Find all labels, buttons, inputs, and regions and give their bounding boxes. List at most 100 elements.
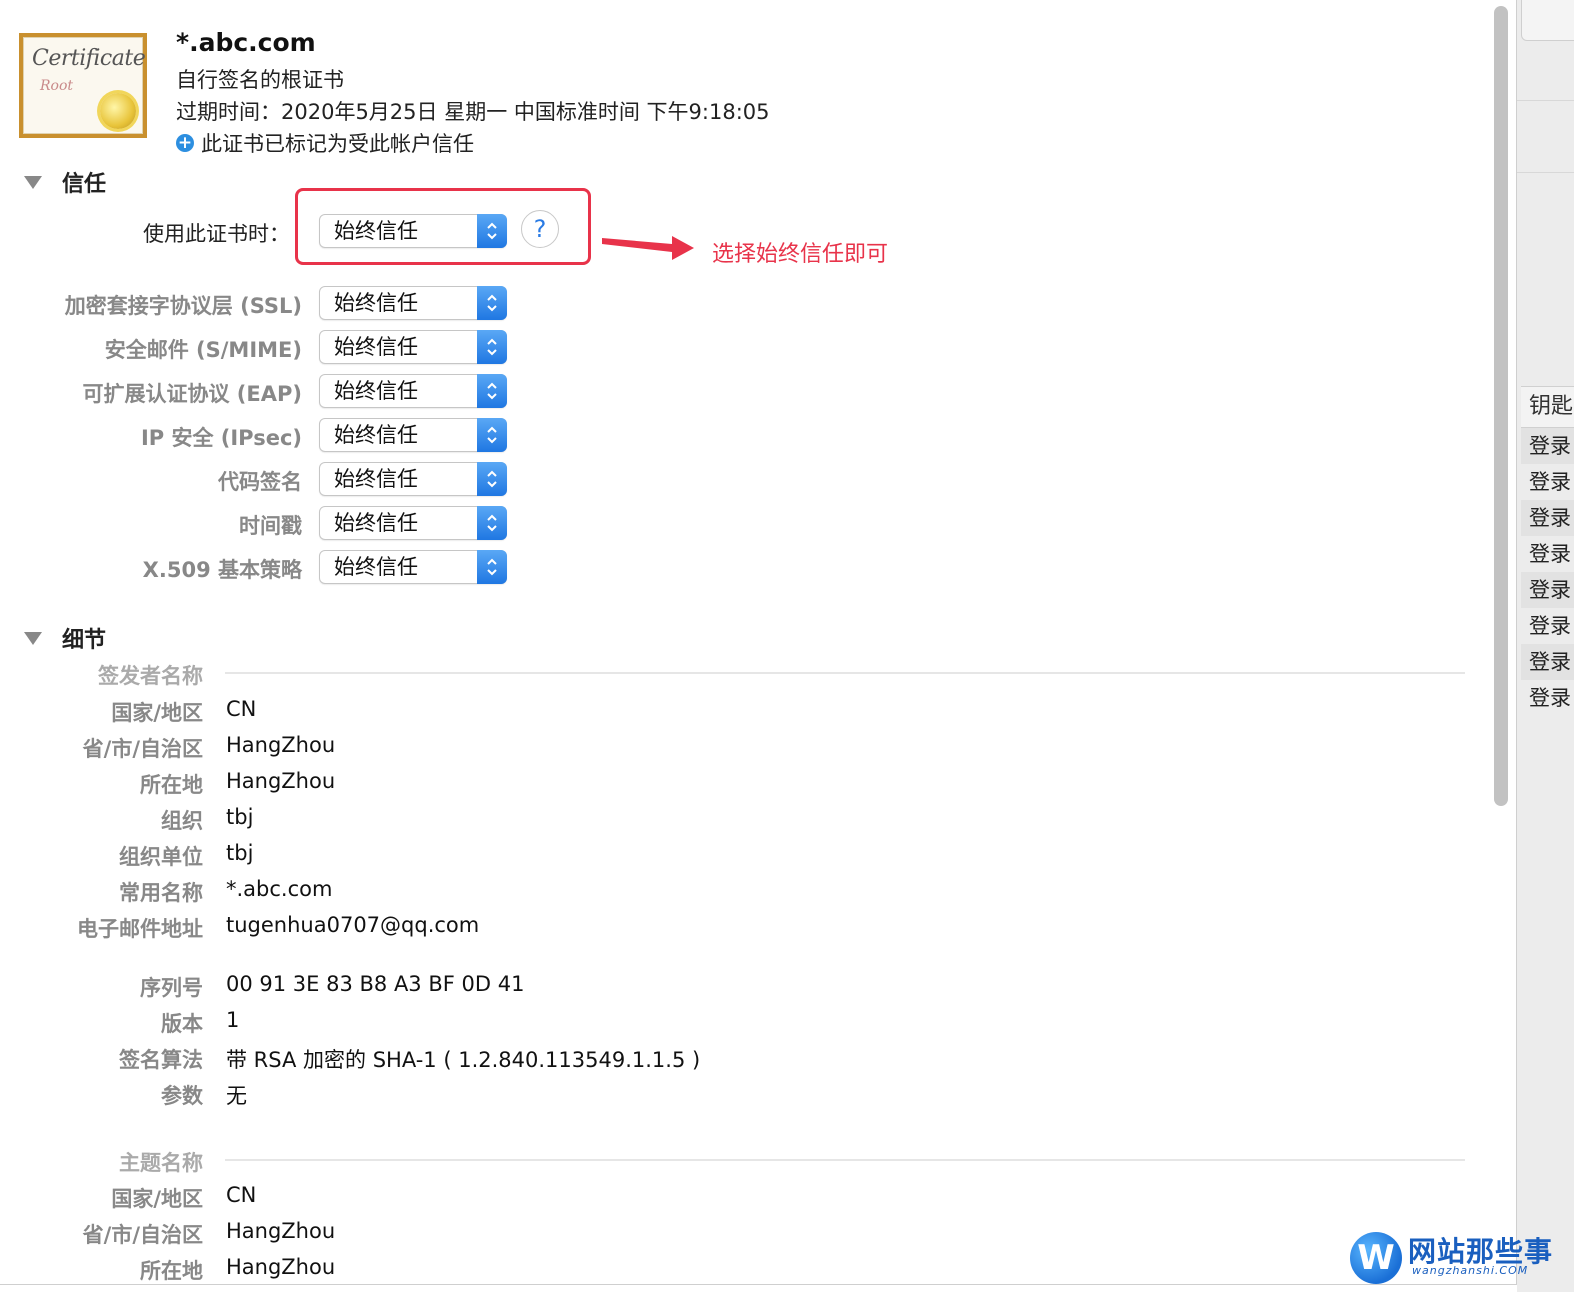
subject-province-label: 省/市/自治区 — [82, 1223, 203, 1247]
trust-code-signing-select[interactable]: 始终信任 — [319, 462, 507, 496]
subject-locality-label: 所在地 — [140, 1259, 203, 1283]
trust-eap-label: 可扩展认证协议 (EAP) — [82, 382, 303, 406]
keychain-row[interactable]: 登录 — [1521, 428, 1574, 464]
issuer-province-value: HangZhou — [226, 733, 336, 757]
issuer-country-value: CN — [226, 697, 257, 721]
annotation-text: 选择始终信任即可 — [712, 242, 889, 267]
subject-locality-value: HangZhou — [226, 1255, 336, 1279]
keychain-row[interactable]: 登录 — [1521, 464, 1574, 500]
certificate-icon-text: Certificate — [32, 46, 146, 71]
trust-eap-select[interactable]: 始终信任 — [319, 374, 507, 408]
subject-name-heading: 主题名称 — [119, 1151, 203, 1175]
trust-smime-label: 安全邮件 (S/MIME) — [104, 338, 302, 362]
watermark-logo-icon: W — [1350, 1232, 1402, 1284]
subject-country-label: 国家/地区 — [111, 1187, 203, 1211]
select-stepper[interactable] — [477, 550, 507, 584]
divider — [1517, 100, 1574, 101]
trust-smime-select[interactable]: 始终信任 — [319, 330, 507, 364]
select-stepper[interactable] — [477, 462, 507, 496]
select-stepper[interactable] — [477, 506, 507, 540]
version-value: 1 — [226, 1008, 240, 1032]
select-stepper[interactable] — [477, 286, 507, 320]
parameters-label: 参数 — [161, 1084, 203, 1108]
keychain-row[interactable]: 登录 — [1521, 608, 1574, 644]
certificate-icon: Certificate Root — [19, 33, 147, 138]
trust-status-text: 此证书已标记为受此帐户信任 — [201, 132, 474, 156]
chevron-updown-icon — [487, 382, 497, 400]
issuer-email-label: 电子邮件地址 — [77, 917, 203, 941]
certificate-title: *.abc.com — [176, 28, 316, 57]
trust-ssl-select[interactable]: 始终信任 — [319, 286, 507, 320]
issuer-org-unit-label: 组织单位 — [119, 845, 203, 869]
annotation-arrow-icon — [602, 236, 694, 260]
issuer-email-value: tugenhua0707@qq.com — [226, 913, 480, 937]
certificate-expiry: 过期时间：2020年5月25日 星期一 中国标准时间 下午9:18:05 — [176, 100, 770, 124]
chevron-updown-icon — [487, 558, 497, 576]
details-section-toggle[interactable]: 细节 — [24, 622, 106, 654]
trust-ipsec-select[interactable]: 始终信任 — [319, 418, 507, 452]
divider — [225, 672, 1465, 674]
issuer-org-label: 组织 — [161, 809, 203, 833]
serial-number-value: 00 91 3E 83 B8 A3 BF 0D 41 — [226, 972, 525, 996]
watermark: W 网站那些事 wangzhanshi.COM — [1350, 1226, 1574, 1286]
subject-country-value: CN — [226, 1183, 257, 1207]
trust-x509-label: X.509 基本策略 — [142, 558, 302, 582]
divider — [1517, 172, 1574, 173]
keychain-row[interactable]: 登录 — [1521, 536, 1574, 572]
details-section-label: 细节 — [62, 628, 107, 653]
select-stepper[interactable] — [477, 418, 507, 452]
issuer-country-label: 国家/地区 — [111, 701, 203, 725]
subject-province-value: HangZhou — [226, 1219, 336, 1243]
keychain-row[interactable]: 登录 — [1521, 500, 1574, 536]
chevron-updown-icon — [487, 294, 497, 312]
keychain-row[interactable]: 登录 — [1521, 572, 1574, 608]
issuer-locality-label: 所在地 — [140, 773, 203, 797]
issuer-org-value: tbj — [226, 805, 254, 829]
trust-ssl-label: 加密套接字协议层 (SSL) — [64, 294, 302, 318]
divider — [225, 1159, 1465, 1161]
select-value: 始终信任 — [334, 511, 418, 535]
when-using-label: 使用此证书时： — [143, 222, 290, 246]
chevron-updown-icon — [487, 470, 497, 488]
issuer-common-name-label: 常用名称 — [119, 881, 203, 905]
plus-circle-icon: + — [176, 133, 194, 153]
select-value: 始终信任 — [334, 291, 418, 315]
keychain-row[interactable]: 登录 — [1521, 644, 1574, 680]
watermark-url: wangzhanshi.COM — [1412, 1264, 1529, 1277]
signature-algorithm-label: 签名算法 — [119, 1048, 203, 1072]
version-label: 版本 — [161, 1012, 203, 1036]
toolbar-fragment — [1521, 0, 1574, 41]
keychain-background-panel: 钥匙 登录 登录 登录 登录 登录 登录 登录 登录 — [1517, 0, 1574, 1292]
issuer-name-heading: 签发者名称 — [98, 664, 203, 688]
parameters-value: 无 — [226, 1084, 247, 1108]
trust-status: + 此证书已标记为受此帐户信任 — [176, 128, 474, 158]
select-value: 始终信任 — [334, 423, 418, 447]
issuer-province-label: 省/市/自治区 — [82, 737, 203, 761]
trust-timestamp-label: 时间戳 — [239, 514, 302, 538]
disclosure-triangle-icon[interactable] — [24, 175, 42, 189]
issuer-locality-value: HangZhou — [226, 769, 336, 793]
annotation-highlight-box — [295, 188, 591, 265]
trust-section-label: 信任 — [62, 172, 107, 197]
vertical-scrollbar[interactable] — [1494, 6, 1508, 806]
issuer-org-unit-value: tbj — [226, 841, 254, 865]
keychain-column-header[interactable]: 钥匙 — [1521, 386, 1574, 428]
trust-section-toggle[interactable]: 信任 — [24, 166, 106, 198]
select-stepper[interactable] — [477, 374, 507, 408]
select-stepper[interactable] — [477, 330, 507, 364]
certificate-type: 自行签名的根证书 — [176, 68, 344, 92]
trust-timestamp-select[interactable]: 始终信任 — [319, 506, 507, 540]
chevron-updown-icon — [487, 514, 497, 532]
trust-ipsec-label: IP 安全 (IPsec) — [140, 426, 302, 450]
keychain-row[interactable]: 登录 — [1521, 680, 1574, 716]
issuer-common-name-value: *.abc.com — [226, 877, 333, 901]
select-value: 始终信任 — [334, 335, 418, 359]
select-value: 始终信任 — [334, 555, 418, 579]
select-value: 始终信任 — [334, 379, 418, 403]
disclosure-triangle-icon[interactable] — [24, 631, 42, 645]
select-value: 始终信任 — [334, 467, 418, 491]
trust-x509-select[interactable]: 始终信任 — [319, 550, 507, 584]
signature-algorithm-value: 带 RSA 加密的 SHA-1 ( 1.2.840.113549.1.1.5 ) — [226, 1048, 701, 1072]
certificate-window: Certificate Root *.abc.com 自行签名的根证书 过期时间… — [0, 0, 1517, 1285]
seal-icon — [100, 93, 136, 129]
